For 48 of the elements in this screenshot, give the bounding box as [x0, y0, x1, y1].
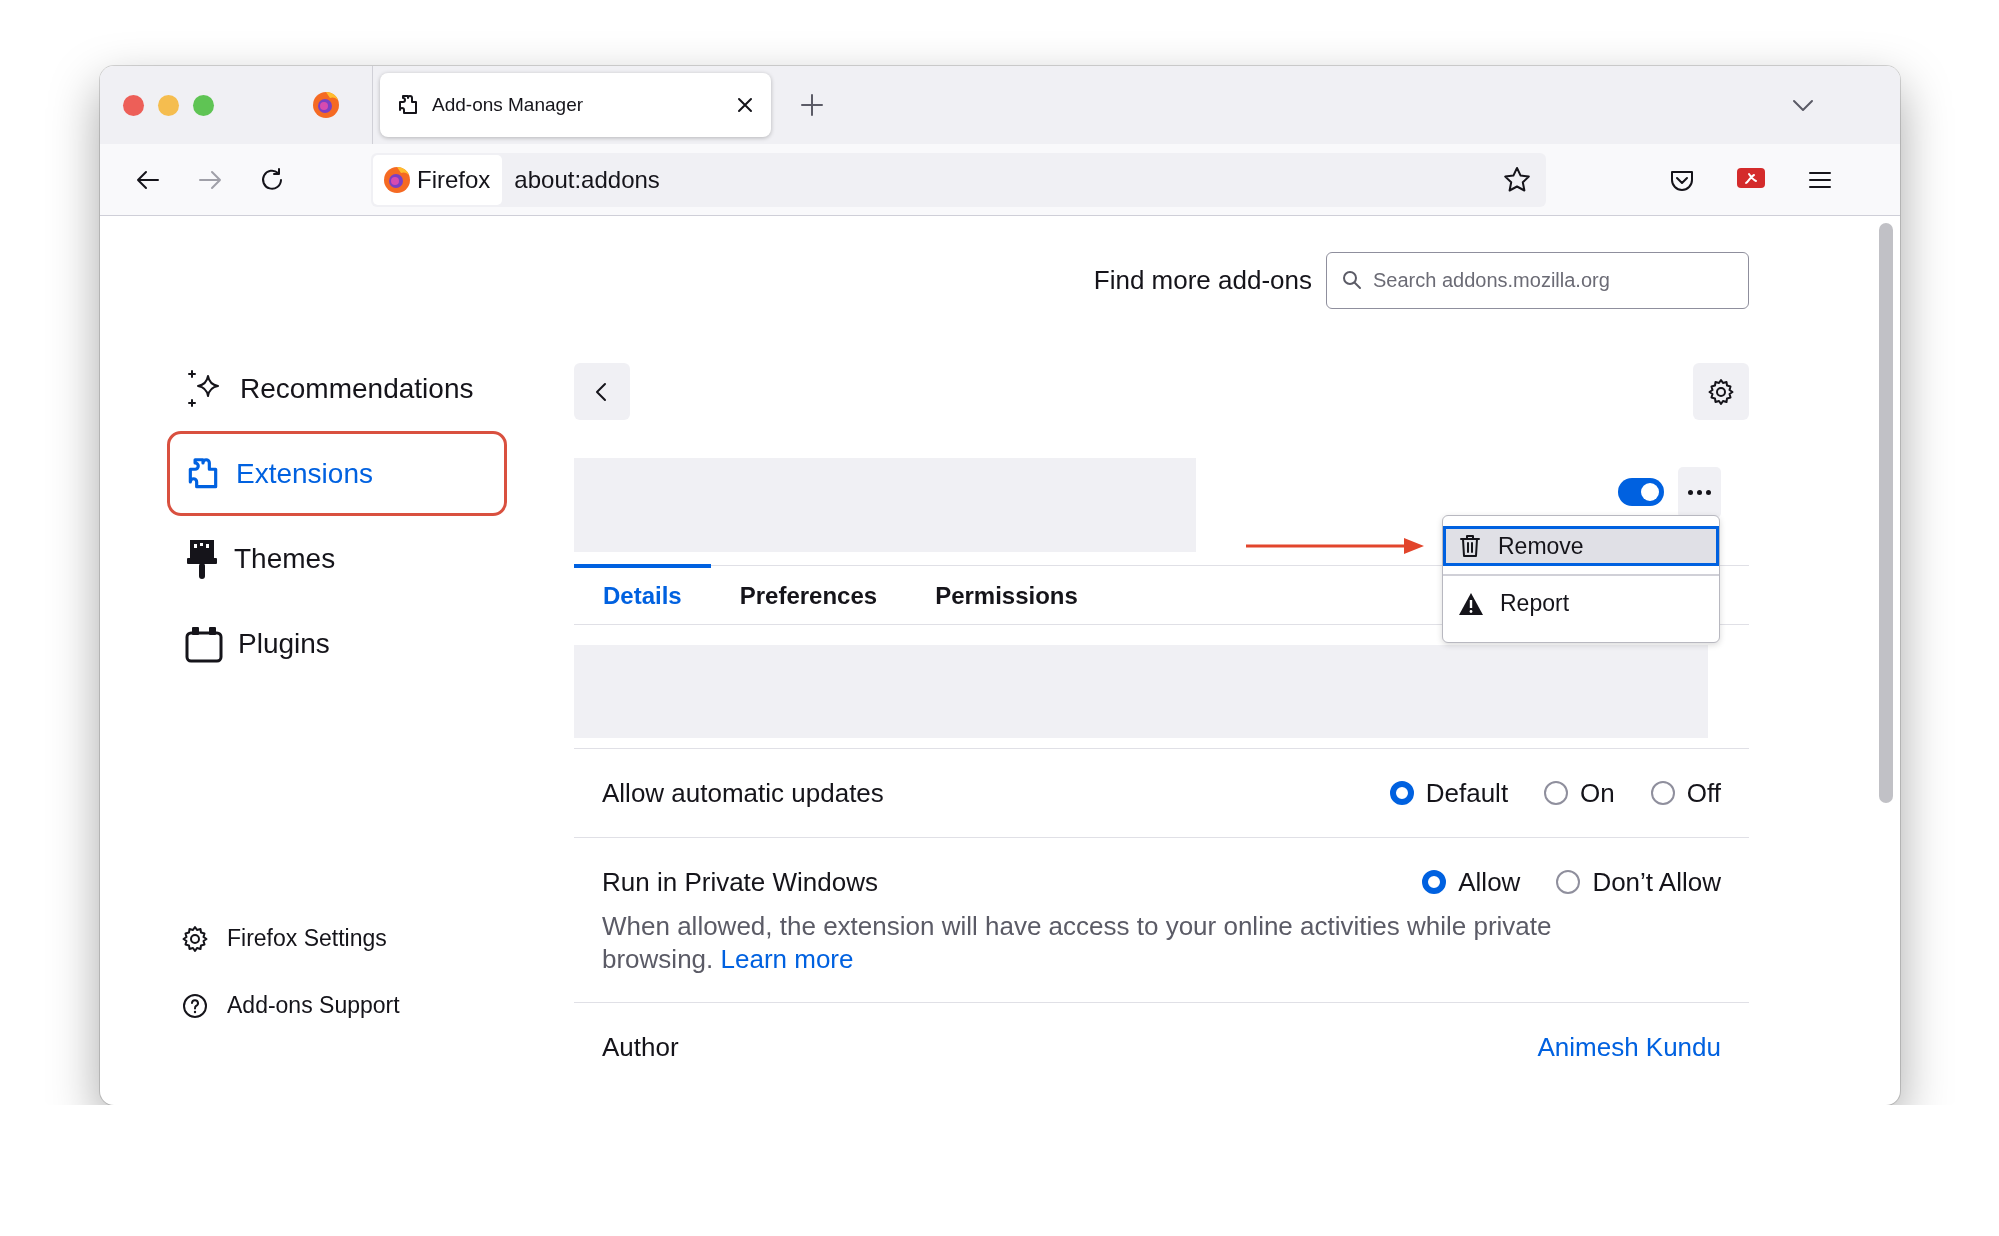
radio-button[interactable]: Off	[1650, 777, 1721, 809]
extension-icon	[1736, 165, 1766, 190]
author-link[interactable]: Animesh Kundu	[1537, 1031, 1721, 1063]
help-icon	[181, 991, 209, 1020]
more-options-button[interactable]	[1678, 467, 1721, 518]
learn-more-link[interactable]: Learn more	[720, 944, 854, 974]
trash-icon	[1458, 533, 1482, 559]
close-icon[interactable]	[735, 95, 755, 115]
paintbrush-icon	[184, 537, 220, 580]
tab-title: Add-ons Manager	[432, 94, 585, 116]
scrollbar-thumb[interactable]	[1879, 223, 1893, 803]
address-bar[interactable]: Firefox about:addons	[371, 152, 1546, 207]
settings-icon	[181, 924, 209, 953]
plus-icon	[799, 92, 825, 118]
radio-button[interactable]: Default	[1389, 777, 1509, 809]
firefox-logo-icon	[383, 165, 411, 194]
search-field[interactable]: Search addons.mozilla.org	[1326, 252, 1749, 309]
radio-button[interactable]: On	[1544, 777, 1615, 809]
description-text: When allowed, the extension will have access to your online activities while private browsing. Learn more	[602, 910, 1553, 976]
menu-item[interactable]: Remove	[1443, 526, 1719, 566]
find-more-label: Find more add-ons	[1093, 265, 1312, 296]
star-icon	[1502, 164, 1532, 195]
window-close-button[interactable]	[123, 94, 144, 116]
toggle-switch[interactable]	[1618, 478, 1664, 506]
details-tab[interactable]: Permissions	[906, 564, 1107, 624]
puzzle-icon	[396, 93, 420, 117]
sidebar-item[interactable]: Plugins	[167, 601, 507, 686]
browser-tab[interactable]: Add-ons Manager	[380, 73, 771, 137]
setting-label: Allow automatic updates	[602, 777, 884, 809]
settings-icon	[1707, 377, 1735, 406]
url-text: about:addons	[514, 165, 661, 194]
sidebar-item[interactable]: Recommendations	[167, 346, 507, 431]
details-tab[interactable]: Preferences	[710, 564, 907, 624]
setting-label: Run in Private Windows	[602, 866, 878, 898]
firefox-logo-icon	[312, 91, 340, 119]
search-icon	[1342, 270, 1362, 290]
details-tab[interactable]: Details	[574, 564, 711, 624]
settings-button[interactable]	[1693, 363, 1749, 420]
setting-label: Author	[602, 1031, 679, 1063]
sidebar-link[interactable]: Add-ons Support	[167, 972, 507, 1039]
menu-item[interactable]: Report	[1443, 583, 1719, 624]
identity-button[interactable]: Firefox	[373, 154, 503, 205]
warning-icon	[1458, 591, 1484, 616]
radio-button[interactable]: Allow	[1422, 866, 1521, 898]
sidebar-link[interactable]: Firefox Settings	[167, 905, 507, 972]
sidebar-item[interactable]: Themes	[167, 516, 507, 601]
radio-button[interactable]: Don’t Allow	[1556, 866, 1721, 898]
sidebar-item[interactable]: Extensions	[167, 431, 507, 516]
